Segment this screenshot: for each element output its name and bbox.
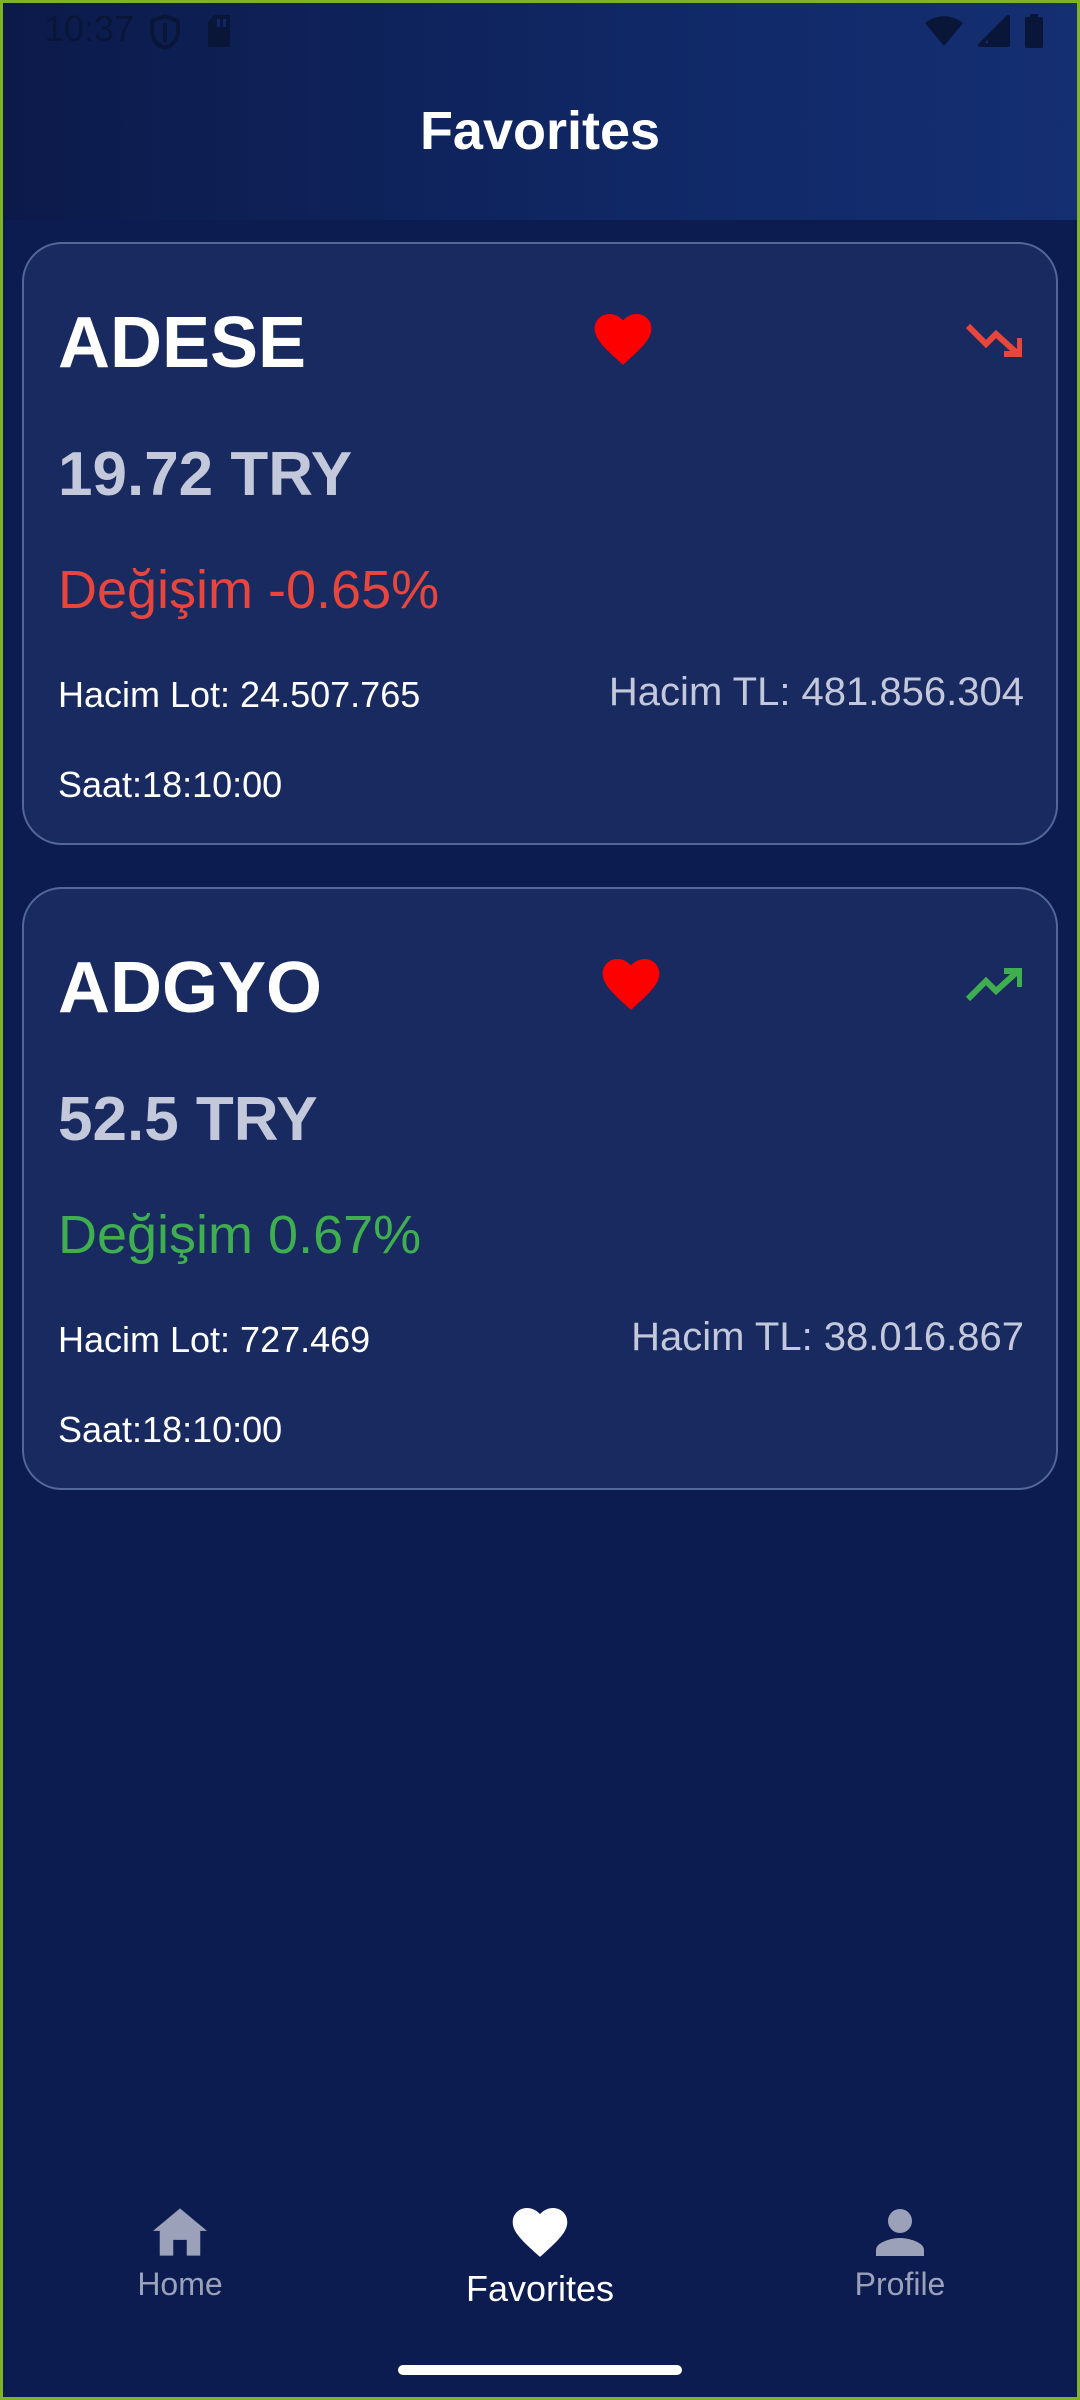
nav-home[interactable]: Home xyxy=(30,2208,330,2303)
sd-card-icon xyxy=(208,15,230,47)
bottom-nav: Home Favorites Profile xyxy=(0,2180,1080,2320)
heart-icon[interactable] xyxy=(594,314,652,366)
stock-symbol: ADGYO xyxy=(58,948,323,1028)
nav-profile[interactable]: Profile xyxy=(750,2208,1050,2303)
battery-icon xyxy=(1025,14,1043,48)
shield-icon xyxy=(150,14,180,50)
stock-price: 19.72 TRY xyxy=(58,440,353,509)
stock-card[interactable]: ADESE 19.72 TRY Değişim -0.65% Hacim Lot… xyxy=(22,242,1058,845)
volume-lot: Hacim Lot: 24.507.765 xyxy=(58,674,421,715)
home-indicator[interactable] xyxy=(398,2365,682,2375)
heart-icon[interactable] xyxy=(602,959,660,1011)
volume-tl: Hacim TL: 38.016.867 xyxy=(631,1315,1024,1359)
stock-time: Saat:18:10:00 xyxy=(58,764,283,805)
person-icon xyxy=(876,2209,924,2256)
status-bar: 10:37 xyxy=(0,0,1080,62)
home-icon xyxy=(153,2208,207,2256)
stock-time: Saat:18:10:00 xyxy=(58,1409,283,1450)
volume-lot: Hacim Lot: 727.469 xyxy=(58,1319,371,1360)
nav-favorites-label: Favorites xyxy=(465,2268,615,2309)
trending-up-icon xyxy=(966,968,1022,1002)
wifi-icon xyxy=(925,16,963,46)
volume-tl: Hacim TL: 481.856.304 xyxy=(608,670,1024,714)
nav-favorites[interactable]: Favorites xyxy=(390,2208,690,2310)
stock-symbol: ADESE xyxy=(58,303,307,383)
status-time: 10:37 xyxy=(44,8,135,49)
stock-change: Değişim 0.67% xyxy=(58,1205,422,1265)
stock-change: Değişim -0.65% xyxy=(58,560,440,620)
nav-profile-label: Profile xyxy=(854,2266,946,2302)
trending-down-icon xyxy=(966,323,1022,357)
heart-icon xyxy=(512,2208,568,2257)
signal-icon xyxy=(978,15,1010,47)
nav-home-label: Home xyxy=(137,2266,223,2302)
page-title: Favorites xyxy=(419,101,661,161)
stock-price: 52.5 TRY xyxy=(58,1085,318,1154)
stock-card[interactable]: ADGYO 52.5 TRY Değişim 0.67% Hacim Lot: … xyxy=(22,887,1058,1490)
